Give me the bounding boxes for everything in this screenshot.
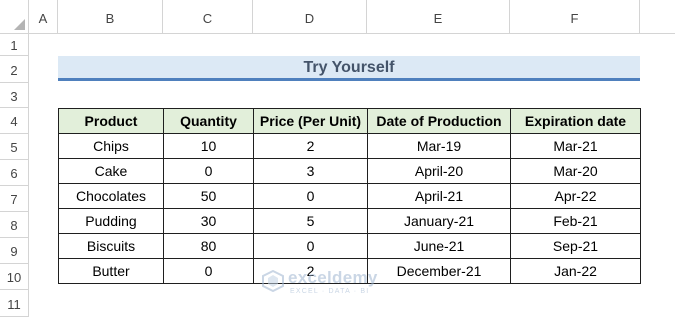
cell-quantity[interactable]: 50 <box>163 183 254 209</box>
column-header-a[interactable]: A <box>29 0 58 33</box>
cell-expiration-date[interactable]: Apr-22 <box>510 183 641 209</box>
cell-product[interactable]: Cake <box>58 158 164 184</box>
cell-quantity[interactable]: 0 <box>163 158 254 184</box>
row-header-11[interactable]: 11 <box>0 290 29 317</box>
cell-expiration-date[interactable]: Jan-22 <box>510 258 641 284</box>
cell-quantity[interactable]: 0 <box>163 258 254 284</box>
title-cell[interactable]: Try Yourself <box>58 56 640 81</box>
row-header-2[interactable]: 2 <box>0 56 29 83</box>
header-expiration-date[interactable]: Expiration date <box>510 108 641 134</box>
header-quantity[interactable]: Quantity <box>163 108 254 134</box>
table-row: Chips 10 2 Mar-19 Mar-21 <box>58 133 641 159</box>
cell-price[interactable]: 0 <box>253 233 368 259</box>
header-product[interactable]: Product <box>58 108 164 134</box>
cell-price[interactable]: 0 <box>253 183 368 209</box>
cell-quantity[interactable]: 80 <box>163 233 254 259</box>
cell-product[interactable]: Chocolates <box>58 183 164 209</box>
cell-product[interactable]: Biscuits <box>58 233 164 259</box>
table-row: Cake 0 3 April-20 Mar-20 <box>58 158 641 184</box>
cell-product[interactable]: Butter <box>58 258 164 284</box>
row-header-5[interactable]: 5 <box>0 134 29 160</box>
row-header-1[interactable]: 1 <box>0 33 29 56</box>
cell-price[interactable]: 2 <box>253 133 368 159</box>
column-header-f[interactable]: F <box>510 0 640 33</box>
column-header-b[interactable]: B <box>58 0 163 33</box>
cell-date-of-production[interactable]: Mar-19 <box>367 133 511 159</box>
cell-date-of-production[interactable]: December-21 <box>367 258 511 284</box>
cell-expiration-date[interactable]: Mar-21 <box>510 133 641 159</box>
table-row: Biscuits 80 0 June-21 Sep-21 <box>58 233 641 259</box>
cell-expiration-date[interactable]: Feb-21 <box>510 208 641 234</box>
cell-product[interactable]: Pudding <box>58 208 164 234</box>
cell-price[interactable]: 3 <box>253 158 368 184</box>
cell-date-of-production[interactable]: April-20 <box>367 158 511 184</box>
cell-expiration-date[interactable]: Sep-21 <box>510 233 641 259</box>
cell-price[interactable]: 5 <box>253 208 368 234</box>
header-price[interactable]: Price (Per Unit) <box>253 108 368 134</box>
table-row: Chocolates 50 0 April-21 Apr-22 <box>58 183 641 209</box>
watermark-tagline: EXCEL · DATA · BI <box>290 288 370 295</box>
cell-date-of-production[interactable]: January-21 <box>367 208 511 234</box>
spreadsheet: A B C D E F 1 2 3 4 5 6 7 8 9 10 11 Try … <box>0 0 675 317</box>
cell-quantity[interactable]: 10 <box>163 133 254 159</box>
table-row: Butter 0 2 December-21 Jan-22 <box>58 258 641 284</box>
row-header-9[interactable]: 9 <box>0 238 29 264</box>
cell-quantity[interactable]: 30 <box>163 208 254 234</box>
row-header-8[interactable]: 8 <box>0 212 29 238</box>
column-header-e[interactable]: E <box>367 0 510 33</box>
row-header-7[interactable]: 7 <box>0 186 29 212</box>
cell-product[interactable]: Chips <box>58 133 164 159</box>
select-all-triangle-icon <box>14 19 25 30</box>
column-header-c[interactable]: C <box>163 0 253 33</box>
cell-price[interactable]: 2 <box>253 258 368 284</box>
row-header-10[interactable]: 10 <box>0 264 29 290</box>
row-header-4[interactable]: 4 <box>0 108 29 134</box>
row-header-6[interactable]: 6 <box>0 160 29 186</box>
column-header-bar: A B C D E F <box>0 0 675 34</box>
data-table: Product Quantity Price (Per Unit) Date o… <box>58 108 641 284</box>
cell-date-of-production[interactable]: April-21 <box>367 183 511 209</box>
header-date-of-production[interactable]: Date of Production <box>367 108 511 134</box>
column-header-d[interactable]: D <box>253 0 367 33</box>
row-header-3[interactable]: 3 <box>0 83 29 108</box>
cell-expiration-date[interactable]: Mar-20 <box>510 158 641 184</box>
cell-date-of-production[interactable]: June-21 <box>367 233 511 259</box>
table-header-row: Product Quantity Price (Per Unit) Date o… <box>58 108 641 134</box>
select-all-button[interactable] <box>0 0 29 33</box>
table-row: Pudding 30 5 January-21 Feb-21 <box>58 208 641 234</box>
